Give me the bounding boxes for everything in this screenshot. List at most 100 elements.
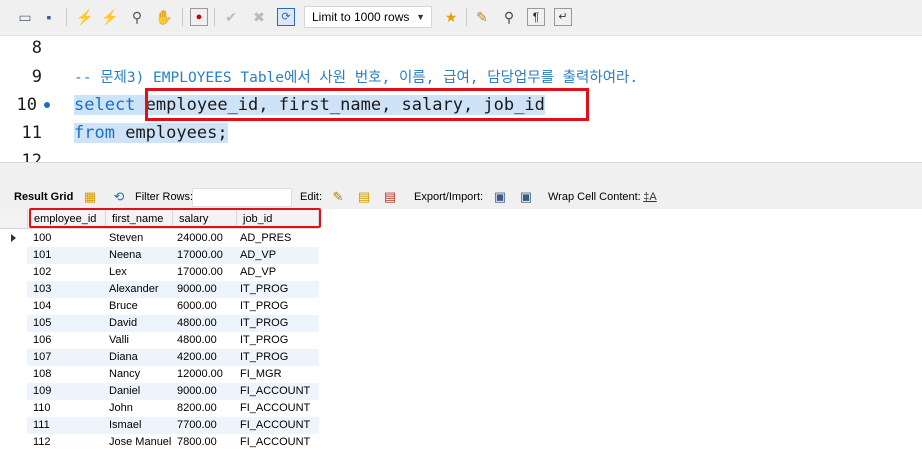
table-row[interactable]: 111 Ismael 7700.00 FI_ACCOUNT (27, 417, 319, 434)
table-cell[interactable]: 100 (33, 230, 51, 247)
table-cell[interactable]: 109 (33, 383, 51, 400)
table-cell[interactable]: 4800.00 (177, 332, 217, 349)
table-row[interactable]: 100 Steven 24000.00 AD_PRES (27, 230, 319, 247)
toggle-icon[interactable]: ● (190, 8, 208, 26)
table-cell[interactable]: 24000.00 (177, 230, 223, 247)
export-icon[interactable]: ▣ (492, 189, 508, 205)
table-cell[interactable]: Ismael (109, 417, 141, 434)
brush-icon[interactable]: ✎ (473, 8, 491, 26)
table-cell[interactable]: IT_PROG (240, 281, 288, 298)
table-cell[interactable]: FI_ACCOUNT (240, 434, 310, 451)
table-cell[interactable]: 111 (33, 417, 50, 434)
find-icon[interactable]: ⚲ (500, 8, 518, 26)
wrap-icon[interactable]: ↵ (554, 8, 572, 26)
table-cell[interactable]: FI_ACCOUNT (240, 417, 310, 434)
table-cell[interactable]: 110 (33, 400, 51, 417)
table-cell[interactable]: 17000.00 (177, 247, 223, 264)
table-cell[interactable]: 9000.00 (177, 383, 217, 400)
table-cell[interactable]: IT_PROG (240, 332, 288, 349)
stop-icon[interactable]: ✋ (155, 8, 173, 26)
autocommit-icon[interactable]: ⟳ (277, 8, 295, 26)
table-cell[interactable]: Bruce (109, 298, 138, 315)
folder-icon[interactable]: ▭ (16, 8, 34, 26)
select-keyword: select (74, 95, 136, 115)
table-cell[interactable]: David (109, 315, 137, 332)
table-cell[interactable]: 108 (33, 366, 51, 383)
table-cell[interactable]: 102 (33, 264, 51, 281)
table-cell[interactable]: 12000.00 (177, 366, 223, 383)
paragraph-icon[interactable]: ¶ (527, 8, 545, 26)
table-row[interactable]: 103 Alexander 9000.00 IT_PROG (27, 281, 319, 298)
favorite-icon[interactable]: ★ (442, 8, 460, 26)
table-cell[interactable]: Lex (109, 264, 127, 281)
check-icon[interactable]: ✔ (222, 8, 240, 26)
result-grid: employee_id first_name salary job_id 100… (0, 209, 922, 453)
current-line-dot-icon (44, 102, 50, 108)
table-cell[interactable]: Valli (109, 332, 129, 349)
add-row-icon[interactable]: ▤ (356, 189, 372, 205)
line-number: 11 (21, 123, 42, 143)
table-cell[interactable]: John (109, 400, 133, 417)
table-cell[interactable]: 7800.00 (177, 434, 217, 451)
table-cell[interactable]: 106 (33, 332, 51, 349)
magnifier-icon[interactable]: ⚲ (128, 8, 146, 26)
delete-row-icon[interactable]: ▤ (382, 189, 398, 205)
table-cell[interactable]: 4800.00 (177, 315, 217, 332)
table-cell[interactable]: 101 (33, 247, 51, 264)
table-row[interactable]: 101 Neena 17000.00 AD_VP (27, 247, 319, 264)
lightning-icon[interactable]: ⚡ (76, 8, 94, 26)
limit-rows-select[interactable]: Limit to 1000 rows ▼ (304, 6, 432, 28)
lightning-cursor-icon[interactable]: ⚡ (101, 8, 119, 26)
refresh-icon[interactable]: ⟲ (111, 189, 127, 205)
table-row[interactable]: 108 Nancy 12000.00 FI_MGR (27, 366, 319, 383)
table-cell[interactable]: 7700.00 (177, 417, 217, 434)
table-cell[interactable]: FI_MGR (240, 366, 282, 383)
table-cell[interactable]: 8200.00 (177, 400, 217, 417)
table-cell[interactable]: 17000.00 (177, 264, 223, 281)
table-cell[interactable]: IT_PROG (240, 349, 288, 366)
table-cell[interactable]: IT_PROG (240, 315, 288, 332)
table-cell[interactable]: Diana (109, 349, 138, 366)
table-row[interactable]: 107 Diana 4200.00 IT_PROG (27, 349, 319, 366)
edit-cell-icon[interactable]: ✎ (330, 189, 346, 205)
table-cell[interactable]: 4200.00 (177, 349, 217, 366)
table-cell[interactable]: IT_PROG (240, 298, 288, 315)
table-row[interactable]: 109 Daniel 9000.00 FI_ACCOUNT (27, 383, 319, 400)
sql-editor[interactable]: 8 9 -- 문제3) EMPLOYEES Table에서 사원 번호, 이름,… (0, 36, 922, 162)
table-cell[interactable]: Jose Manuel (109, 434, 171, 451)
table-cell[interactable]: AD_PRES (240, 230, 291, 247)
table-cell[interactable]: 9000.00 (177, 281, 217, 298)
line-number: 9 (31, 67, 42, 87)
table-cell[interactable]: AD_VP (240, 247, 276, 264)
table-cell[interactable]: FI_ACCOUNT (240, 383, 310, 400)
toolbar-separator (466, 8, 467, 26)
table-cell[interactable]: Neena (109, 247, 141, 264)
table-row[interactable]: 105 David 4800.00 IT_PROG (27, 315, 319, 332)
result-toolbar: Result Grid ▦ ⟲ Filter Rows: Edit: ✎ ▤ ▤… (0, 185, 922, 210)
wrap-cell-icon[interactable]: ‡A (642, 189, 658, 205)
table-cell[interactable]: Nancy (109, 366, 140, 383)
grid-icon[interactable]: ▦ (82, 189, 98, 205)
panel-splitter[interactable] (0, 162, 922, 185)
table-cell[interactable]: AD_VP (240, 264, 276, 281)
table-cell[interactable]: 105 (33, 315, 51, 332)
table-cell[interactable]: 104 (33, 298, 51, 315)
table-cell[interactable]: Daniel (109, 383, 140, 400)
table-cell[interactable]: 112 (33, 434, 51, 451)
table-row[interactable]: 110 John 8200.00 FI_ACCOUNT (27, 400, 319, 417)
save-icon[interactable]: ▪ (40, 8, 58, 26)
table-cell[interactable]: 6000.00 (177, 298, 217, 315)
table-row[interactable]: 102 Lex 17000.00 AD_VP (27, 264, 319, 281)
table-row[interactable]: 112 Jose Manuel 7800.00 FI_ACCOUNT (27, 434, 319, 451)
result-grid-tab[interactable]: Result Grid (14, 191, 73, 203)
table-row[interactable]: 104 Bruce 6000.00 IT_PROG (27, 298, 319, 315)
cancel-icon[interactable]: ✖ (250, 8, 268, 26)
table-cell[interactable]: Steven (109, 230, 143, 247)
filter-rows-input[interactable] (192, 188, 292, 207)
table-cell[interactable]: 107 (33, 349, 51, 366)
table-cell[interactable]: 103 (33, 281, 51, 298)
table-cell[interactable]: Alexander (109, 281, 159, 298)
table-row[interactable]: 106 Valli 4800.00 IT_PROG (27, 332, 319, 349)
import-icon[interactable]: ▣ (518, 189, 534, 205)
table-cell[interactable]: FI_ACCOUNT (240, 400, 310, 417)
